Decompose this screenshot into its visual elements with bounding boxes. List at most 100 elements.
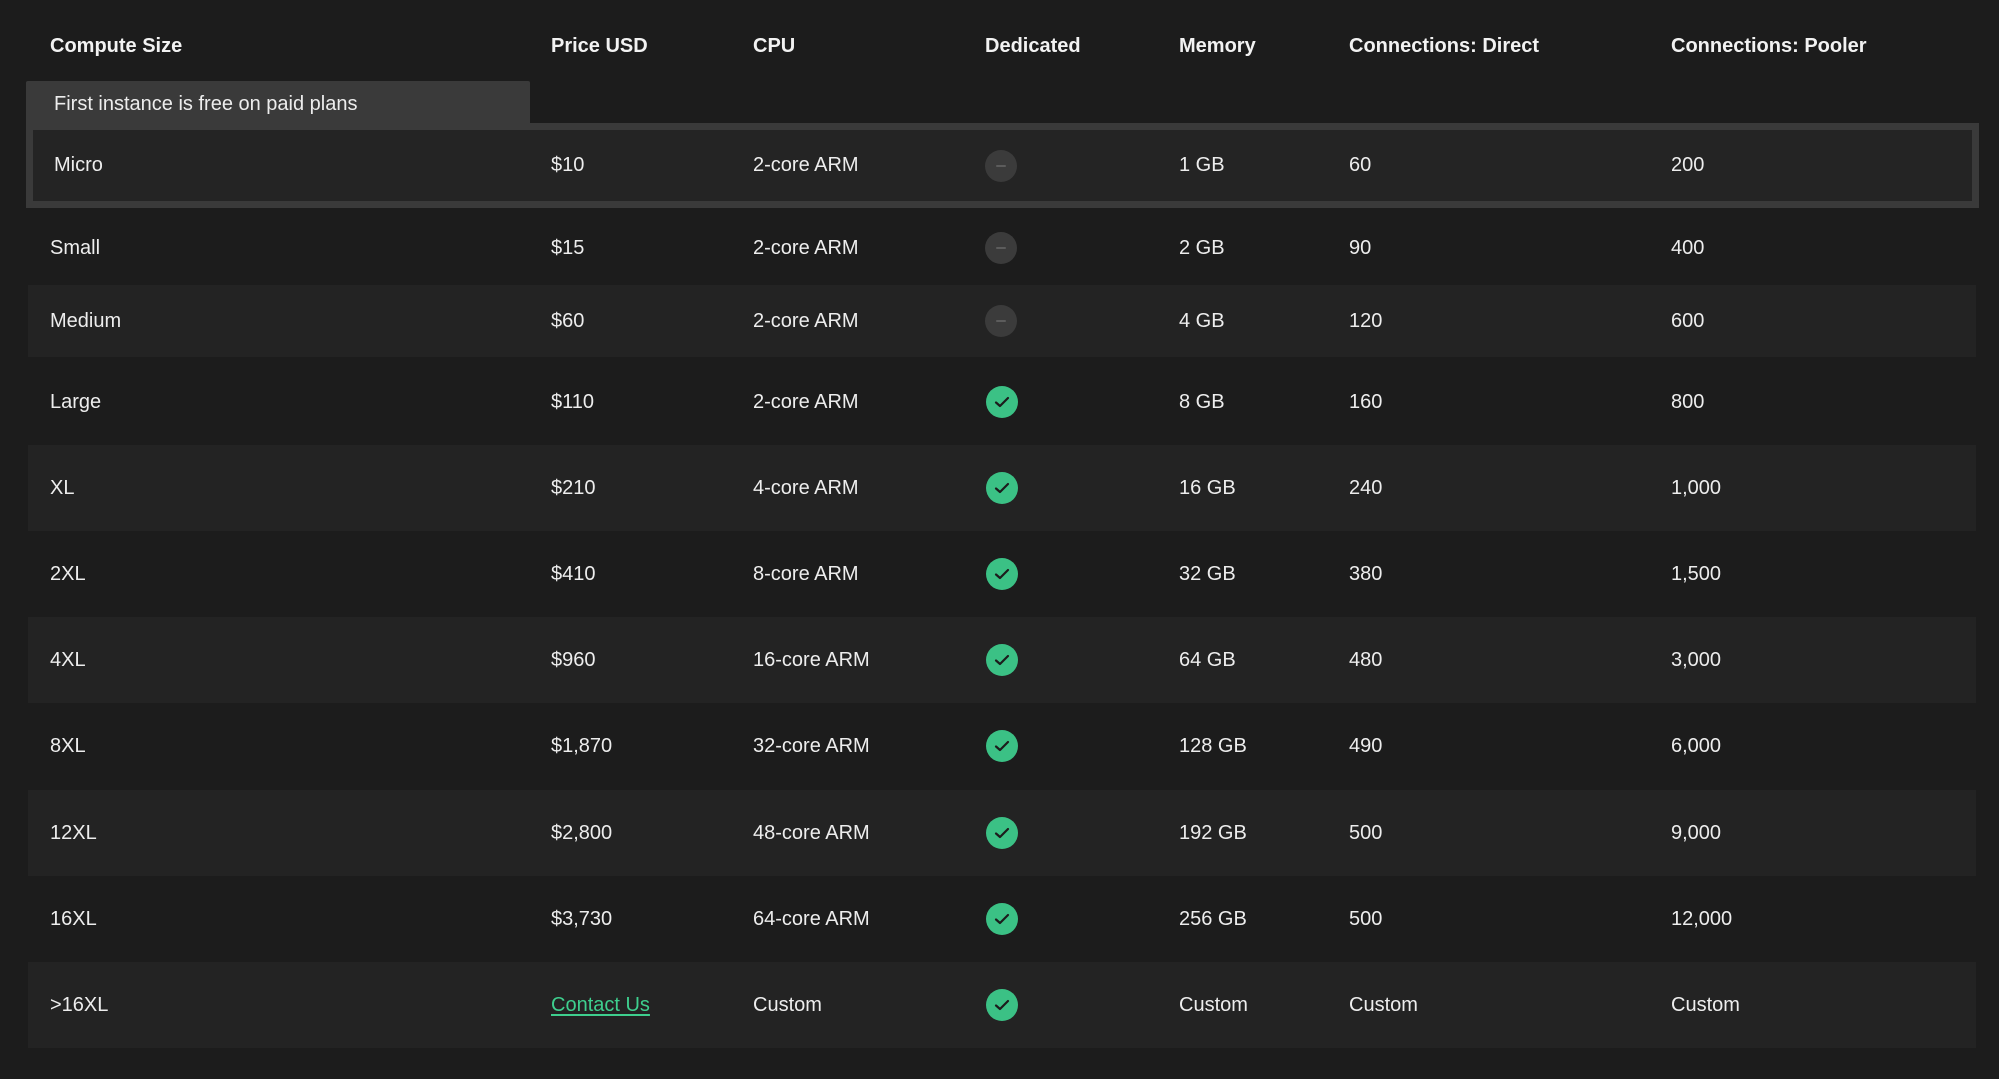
cell-dedicated — [985, 790, 1018, 876]
cell-cpu: 64-core ARM — [753, 907, 870, 930]
table-row: Small $15 2-core ARM 2 GB 90 400 — [0, 212, 1999, 284]
cell-memory: 2 GB — [1179, 236, 1225, 259]
header-cpu: CPU — [753, 34, 796, 57]
check-icon — [986, 989, 1018, 1021]
free-instance-banner: First instance is free on paid plans — [26, 81, 530, 127]
cell-dedicated — [985, 445, 1018, 531]
check-icon — [986, 558, 1018, 590]
cell-memory: 32 GB — [1179, 562, 1236, 585]
cell-dedicated — [985, 876, 1018, 962]
cell-compute-size: Micro — [54, 154, 103, 176]
cell-dedicated — [985, 531, 1018, 617]
table-row: Micro $10 2-core ARM 1 GB 60 200 — [0, 123, 1999, 208]
cell-memory: 192 GB — [1179, 821, 1247, 844]
cell-connections-direct: 490 — [1349, 734, 1383, 757]
not-dedicated-icon — [985, 305, 1017, 337]
check-icon — [986, 903, 1018, 935]
cell-price: $60 — [551, 309, 585, 332]
check-icon — [986, 730, 1018, 762]
cell-compute-size: 12XL — [50, 821, 97, 844]
cell-connections-pooler: 1,000 — [1671, 476, 1722, 499]
cell-cpu: 2-core ARM — [753, 390, 859, 413]
cell-compute-size: >16XL — [50, 993, 109, 1016]
cell-price: $110 — [551, 390, 595, 413]
table-row: 4XL $960 16-core ARM 64 GB 480 3,000 — [0, 617, 1999, 703]
cell-connections-pooler: 1,500 — [1671, 562, 1722, 585]
cell-compute-size: 4XL — [50, 648, 86, 671]
header-price: Price USD — [551, 34, 648, 57]
table-row: XL $210 4-core ARM 16 GB 240 1,000 — [0, 445, 1999, 531]
cell-dedicated — [985, 285, 1017, 357]
header-memory: Memory — [1179, 34, 1256, 57]
cell-compute-size: 2XL — [50, 562, 86, 585]
not-dedicated-icon — [985, 232, 1017, 264]
cell-memory: 16 GB — [1179, 476, 1236, 499]
table-header: Compute Size Price USD CPU Dedicated Mem… — [0, 18, 1999, 74]
cell-compute-size: 16XL — [50, 907, 97, 930]
cell-connections-direct: Custom — [1349, 993, 1418, 1016]
cell-connections-pooler: Custom — [1671, 993, 1740, 1016]
cell-connections-pooler: 800 — [1671, 390, 1705, 413]
cell-compute-size: XL — [50, 476, 75, 499]
cell-connections-pooler: 400 — [1671, 236, 1705, 259]
cell-connections-direct: 90 — [1349, 236, 1372, 259]
cell-dedicated — [985, 359, 1018, 445]
cell-memory: Custom — [1179, 993, 1248, 1016]
cell-connections-pooler: 3,000 — [1671, 648, 1722, 671]
cell-connections-direct: 240 — [1349, 476, 1383, 499]
cell-cpu: 2-core ARM — [753, 236, 859, 259]
header-dedicated: Dedicated — [985, 34, 1081, 57]
cell-compute-size: 8XL — [50, 734, 86, 757]
cell-cpu: 4-core ARM — [753, 476, 859, 499]
cell-memory: 1 GB — [1179, 154, 1225, 176]
cell-connections-direct: 60 — [1349, 154, 1372, 176]
table-row: 2XL $410 8-core ARM 32 GB 380 1,500 — [0, 531, 1999, 617]
check-icon — [986, 386, 1018, 418]
cell-price: Contact Us — [551, 962, 650, 1048]
cell-compute-size: Small — [50, 236, 101, 259]
cell-memory: 4 GB — [1179, 309, 1225, 332]
table-row: >16XL Contact Us Custom Custom Custom Cu… — [0, 962, 1999, 1048]
header-connections-pooler: Connections: Pooler — [1671, 34, 1867, 57]
cell-price: $960 — [551, 648, 596, 671]
cell-cpu: 32-core ARM — [753, 734, 870, 757]
cell-cpu: 2-core ARM — [753, 309, 859, 332]
contact-us-link[interactable]: Contact Us — [551, 994, 650, 1017]
cell-price: $15 — [551, 236, 585, 259]
cell-memory: 64 GB — [1179, 648, 1236, 671]
cell-cpu: Custom — [753, 993, 822, 1016]
header-connections-direct: Connections: Direct — [1349, 34, 1540, 57]
cell-dedicated — [985, 123, 1017, 208]
cell-connections-pooler: 600 — [1671, 309, 1705, 332]
cell-dedicated — [985, 617, 1018, 703]
cell-memory: 128 GB — [1179, 734, 1247, 757]
cell-compute-size: Medium — [50, 309, 122, 332]
cell-cpu: 16-core ARM — [753, 648, 870, 671]
cell-dedicated — [985, 703, 1018, 789]
cell-cpu: 8-core ARM — [753, 562, 859, 585]
cell-cpu: 2-core ARM — [753, 154, 859, 176]
check-icon — [986, 472, 1018, 504]
table-row: 16XL $3,730 64-core ARM 256 GB 500 12,00… — [0, 876, 1999, 962]
cell-price: $3,730 — [551, 907, 613, 930]
cell-connections-direct: 380 — [1349, 562, 1383, 585]
cell-connections-pooler: 200 — [1671, 154, 1705, 176]
cell-connections-direct: 120 — [1349, 309, 1383, 332]
cell-connections-direct: 500 — [1349, 907, 1383, 930]
table-row: 12XL $2,800 48-core ARM 192 GB 500 9,000 — [0, 790, 1999, 876]
cell-price: $1,870 — [551, 734, 613, 757]
cell-memory: 8 GB — [1179, 390, 1225, 413]
cell-connections-direct: 480 — [1349, 648, 1383, 671]
cell-connections-pooler: 6,000 — [1671, 734, 1722, 757]
cell-dedicated — [985, 212, 1017, 284]
cell-connections-pooler: 9,000 — [1671, 821, 1722, 844]
cell-connections-pooler: 12,000 — [1671, 907, 1733, 930]
cell-price: $2,800 — [551, 821, 613, 844]
table-row: Large $110 2-core ARM 8 GB 160 800 — [0, 359, 1999, 445]
header-compute-size: Compute Size — [50, 34, 183, 57]
check-icon — [986, 817, 1018, 849]
table-row: 8XL $1,870 32-core ARM 128 GB 490 6,000 — [0, 703, 1999, 789]
cell-price: $10 — [551, 154, 585, 176]
cell-cpu: 48-core ARM — [753, 821, 870, 844]
cell-connections-direct: 500 — [1349, 821, 1383, 844]
